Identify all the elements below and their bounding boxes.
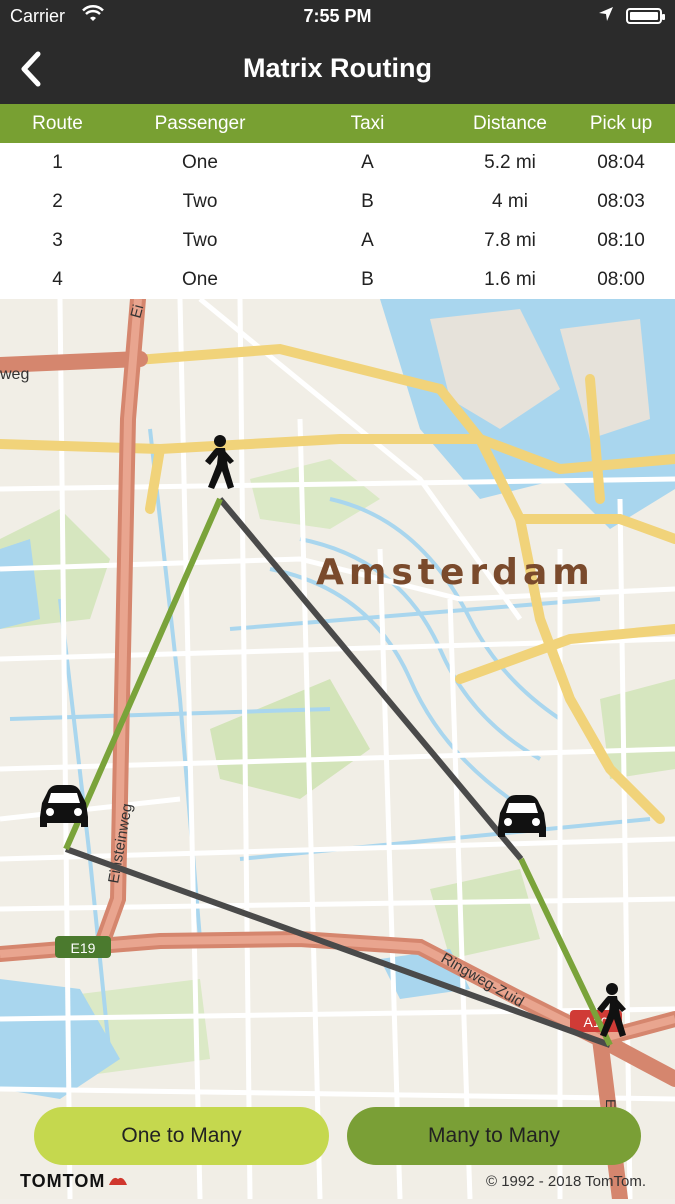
passenger-cell: Two — [182, 191, 218, 212]
tomtom-hands-icon — [109, 1177, 128, 1185]
navigation-bar: Matrix Routing — [0, 34, 675, 104]
one-to-many-button[interactable]: One to Many — [34, 1107, 329, 1165]
page-title: Matrix Routing — [243, 53, 432, 83]
status-bar: Carrier 7:55 PM — [0, 0, 675, 34]
road-label: weg — [0, 366, 29, 383]
header-passenger: Passenger — [154, 113, 246, 134]
taxi-cell: A — [361, 230, 374, 251]
city-label: Amsterdam — [316, 552, 595, 593]
routes-table-header: Route Passenger Taxi Distance Pick up — [0, 104, 675, 143]
route-cell: 1 — [52, 152, 63, 173]
route-cell: 4 — [52, 269, 63, 290]
distance-cell: 5.2 mi — [484, 152, 536, 173]
e19-label: E19 — [71, 940, 96, 956]
logo-text: TOMTOM — [20, 1171, 106, 1191]
header-route: Route — [32, 113, 83, 134]
taxi-cell: A — [361, 152, 374, 173]
tomtom-logo: TOMTOM — [20, 1171, 129, 1192]
pickup-cell: 08:04 — [597, 152, 645, 173]
passenger-cell: Two — [182, 230, 218, 251]
route-cell: 3 — [52, 230, 63, 251]
many-to-many-button[interactable]: Many to Many — [347, 1107, 641, 1165]
passenger-cell: One — [182, 152, 218, 173]
distance-cell: 4 mi — [492, 191, 528, 212]
route-cell: 2 — [52, 191, 63, 212]
table-row[interactable]: 1 One A 5.2 mi 08:04 — [0, 143, 675, 182]
location-arrow-icon — [598, 6, 614, 27]
copyright-text: © 1992 - 2018 TomTom. — [486, 1173, 647, 1190]
status-time: 7:55 PM — [303, 6, 372, 26]
routes-table-body: 1 One A 5.2 mi 08:04 2 Two B 4 mi 08:03 … — [0, 143, 675, 299]
map-view[interactable]: weg Ei Einsteinweg Ringweg-Zuid E19 A10 … — [0, 291, 675, 1204]
taxi-cell: B — [361, 191, 374, 212]
header-taxi: Taxi — [350, 113, 385, 134]
pickup-cell: 08:03 — [597, 191, 645, 212]
passenger-cell: One — [182, 269, 218, 290]
table-row[interactable]: 2 Two B 4 mi 08:03 — [0, 182, 675, 221]
battery-icon — [626, 8, 665, 24]
pickup-cell: 08:00 — [597, 269, 645, 290]
header-pickup: Pick up — [589, 113, 653, 134]
table-row[interactable]: 3 Two A 7.8 mi 08:10 — [0, 221, 675, 260]
table-row[interactable]: 4 One B 1.6 mi 08:00 — [0, 260, 675, 299]
header-distance: Distance — [473, 113, 547, 134]
pickup-cell: 08:10 — [597, 230, 645, 251]
distance-cell: 7.8 mi — [484, 230, 536, 251]
distance-cell: 1.6 mi — [484, 269, 536, 290]
taxi-cell: B — [361, 269, 374, 290]
